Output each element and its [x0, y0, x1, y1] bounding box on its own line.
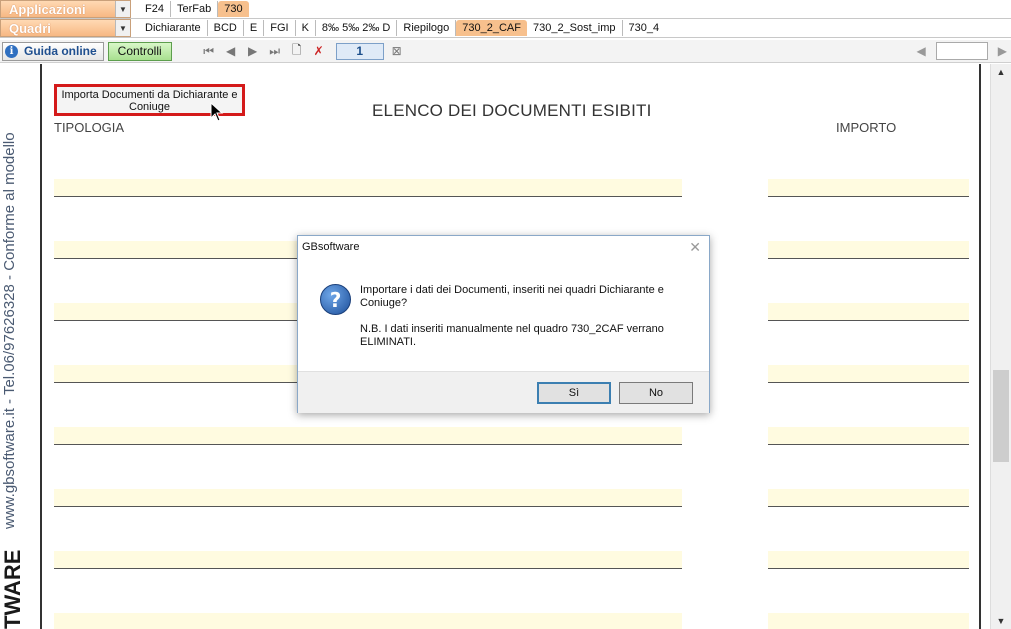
chevron-down-icon[interactable]: ▼ — [115, 20, 130, 36]
dialog-note: N.B. I dati inseriti manualmente nel qua… — [360, 323, 664, 348]
confirm-dialog: GBsoftware ✕ ? Importare i dati dei Docu… — [297, 235, 710, 413]
column-header-tipologia: TIPOLOGIA — [54, 120, 125, 135]
quadri-row: Quadri ▼ Dichiarante BCD E FGI K 8‰ 5‰ 2… — [0, 19, 1011, 38]
importo-field[interactable] — [768, 241, 969, 259]
guida-online-label: Guida online — [24, 44, 97, 58]
tab-730-2-caf[interactable]: 730_2_CAF — [456, 20, 527, 36]
quadri-label: Quadri — [9, 20, 51, 36]
importo-field[interactable] — [768, 613, 969, 629]
importo-field[interactable] — [768, 489, 969, 507]
scroll-right-icon[interactable]: ▶ — [998, 44, 1007, 58]
question-icon: ? — [320, 284, 351, 315]
new-page-icon[interactable]: 🗋 — [288, 41, 306, 62]
importo-field[interactable] — [768, 551, 969, 569]
chevron-down-icon[interactable]: ▼ — [115, 1, 130, 17]
yes-button[interactable]: Sì — [537, 382, 611, 404]
tipologia-field[interactable] — [54, 179, 682, 197]
last-page-icon[interactable]: ⏭ — [266, 44, 284, 59]
tab-730[interactable]: 730 — [218, 1, 249, 17]
toolbar: i Guida online Controlli ⏮ ◀ ▶ ⏭ 🗋 ✗ 1 ⊠… — [0, 40, 1011, 63]
delete-page-icon[interactable]: ✗ — [310, 44, 328, 58]
guida-online-button[interactable]: i Guida online — [2, 41, 104, 61]
toolbar-right: ◀ ▶ — [917, 42, 1007, 60]
search-input[interactable] — [935, 42, 988, 60]
scroll-down-icon[interactable]: ▼ — [991, 613, 1011, 629]
mouse-cursor-icon — [210, 102, 224, 122]
tab-dichiarante[interactable]: Dichiarante — [139, 20, 208, 36]
importo-field[interactable] — [768, 427, 969, 445]
close-icon[interactable]: ✕ — [689, 239, 701, 256]
dialog-footer: Sì No — [298, 371, 709, 413]
banner-brand: TWARE — [0, 549, 24, 629]
page-number-field[interactable]: 1 — [335, 42, 384, 60]
first-page-icon[interactable]: ⏮ — [200, 44, 218, 59]
quadri-tabs: Dichiarante BCD E FGI K 8‰ 5‰ 2‰ D Riepi… — [139, 19, 665, 37]
banner-text: www.gbsoftware.it - Tel.06/97626328 - Co… — [1, 132, 18, 529]
importo-field[interactable] — [768, 365, 969, 383]
applicazioni-row: Applicazioni ▼ F24 TerFab 730 — [0, 0, 1011, 19]
scrollbar-thumb[interactable] — [993, 370, 1009, 462]
column-header-importo: IMPORTO — [836, 120, 897, 135]
tab-riepilogo[interactable]: Riepilogo — [397, 20, 457, 36]
previous-page-icon[interactable]: ◀ — [222, 44, 240, 58]
tab-k[interactable]: K — [296, 20, 316, 36]
importo-field[interactable] — [768, 303, 969, 321]
controlli-button[interactable]: Controlli — [107, 41, 172, 61]
tab-f24[interactable]: F24 — [139, 1, 171, 17]
vertical-scrollbar[interactable]: ▲ ▼ — [990, 64, 1011, 629]
app-tabs: F24 TerFab 730 — [139, 0, 249, 18]
scroll-up-icon[interactable]: ▲ — [991, 64, 1011, 80]
tab-8-5-2-d[interactable]: 8‰ 5‰ 2‰ D — [316, 20, 398, 36]
tipologia-field[interactable] — [54, 613, 682, 629]
tab-730-4[interactable]: 730_4 — [623, 20, 666, 36]
scroll-left-icon[interactable]: ◀ — [917, 44, 926, 58]
no-button[interactable]: No — [619, 382, 693, 404]
clear-icon[interactable]: ⊠ — [388, 44, 406, 58]
left-banner: www.gbsoftware.it - Tel.06/97626328 - Co… — [0, 64, 24, 629]
dialog-title: GBsoftware — [302, 241, 360, 253]
next-page-icon[interactable]: ▶ — [244, 44, 262, 58]
page-title: ELENCO DEI DOCUMENTI ESIBITI — [372, 101, 652, 120]
tab-fgi[interactable]: FGI — [264, 20, 296, 36]
tab-terfab[interactable]: TerFab — [171, 1, 219, 17]
quadri-dropdown[interactable]: Quadri ▼ — [0, 19, 131, 37]
importo-field[interactable] — [768, 179, 969, 197]
dialog-message: Importare i dati dei Documenti, inseriti… — [360, 284, 664, 309]
tipologia-field[interactable] — [54, 427, 682, 445]
page-navigation: ⏮ ◀ ▶ ⏭ 🗋 ✗ 1 ⊠ — [200, 41, 406, 62]
tab-bcd[interactable]: BCD — [208, 20, 244, 36]
tab-730-2-sost-imp[interactable]: 730_2_Sost_imp — [527, 20, 623, 36]
tab-e[interactable]: E — [244, 20, 265, 36]
applicazioni-label: Applicazioni — [9, 1, 86, 17]
info-icon: i — [5, 44, 18, 58]
applicazioni-dropdown[interactable]: Applicazioni ▼ — [0, 0, 131, 18]
tipologia-field[interactable] — [54, 551, 682, 569]
tipologia-field[interactable] — [54, 489, 682, 507]
